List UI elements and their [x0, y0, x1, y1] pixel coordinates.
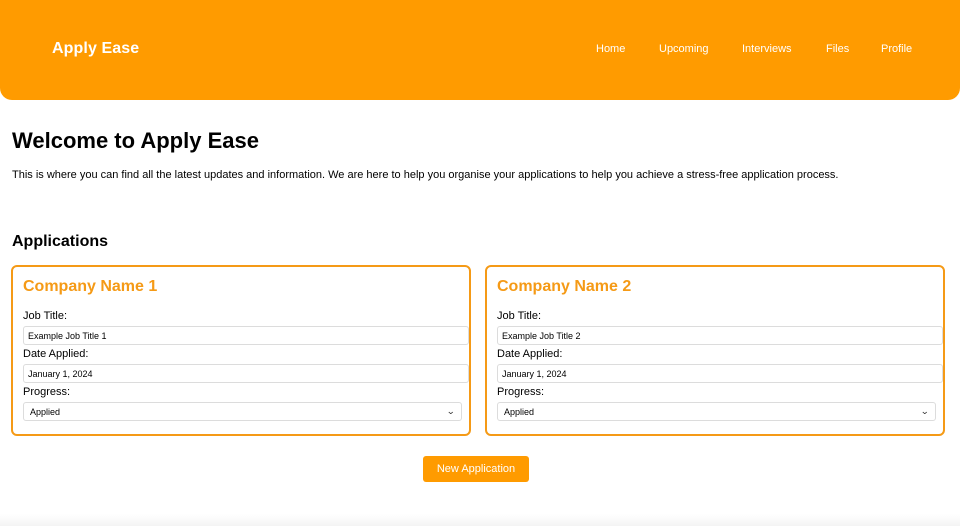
- progress-select[interactable]: Applied ⌄: [497, 402, 936, 421]
- footer-shade: [0, 514, 960, 526]
- nav-files[interactable]: Files: [826, 43, 849, 55]
- company-name: Company Name 2: [497, 278, 632, 295]
- job-title-input[interactable]: [23, 326, 469, 345]
- date-applied-input[interactable]: [23, 364, 469, 383]
- nav-interviews[interactable]: Interviews: [742, 43, 792, 55]
- progress-select[interactable]: Applied ⌄: [23, 402, 462, 421]
- job-title-label: Job Title:: [23, 310, 68, 322]
- progress-value: Applied: [504, 406, 535, 417]
- brand-logo[interactable]: Apply Ease: [52, 40, 139, 58]
- intro-text: This is where you can find all the lates…: [12, 169, 839, 181]
- job-title-input[interactable]: [497, 326, 943, 345]
- nav-upcoming[interactable]: Upcoming: [659, 43, 709, 55]
- company-name: Company Name 1: [23, 278, 158, 295]
- progress-value: Applied: [30, 406, 61, 417]
- nav-home[interactable]: Home: [596, 43, 625, 55]
- applications-heading: Applications: [12, 233, 109, 250]
- date-applied-label: Date Applied:: [23, 348, 89, 360]
- progress-label: Progress:: [23, 386, 71, 398]
- nav-profile[interactable]: Profile: [881, 43, 912, 55]
- new-application-button[interactable]: New Application: [423, 456, 529, 482]
- chevron-down-icon: ⌄: [920, 406, 930, 416]
- application-card: Company Name 2 Job Title: Date Applied: …: [485, 265, 945, 436]
- page-title: Welcome to Apply Ease: [12, 128, 259, 153]
- application-card: Company Name 1 Job Title: Date Applied: …: [11, 265, 471, 436]
- job-title-label: Job Title:: [497, 310, 542, 322]
- date-applied-label: Date Applied:: [497, 348, 563, 360]
- header-bar: Apply Ease Home Upcoming Interviews File…: [0, 0, 960, 100]
- date-applied-input[interactable]: [497, 364, 943, 383]
- progress-label: Progress:: [497, 386, 545, 398]
- chevron-down-icon: ⌄: [446, 406, 456, 416]
